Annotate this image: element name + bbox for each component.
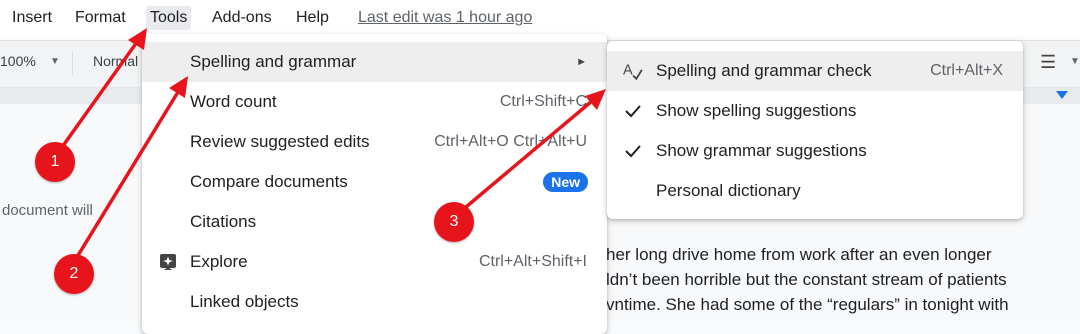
menu-item-spelling-and-grammar-check[interactable]: A Spelling and grammar check Ctrl+Alt+X	[607, 51, 1023, 91]
zoom-dropdown-icon[interactable]: ▼	[50, 56, 60, 67]
submenu-arrow-icon: ►	[576, 56, 587, 68]
menu-item-personal-dictionary[interactable]: Personal dictionary	[607, 171, 1023, 211]
menu-insert[interactable]: Insert	[8, 6, 56, 30]
document-text-fragment: document will	[2, 202, 93, 219]
menu-item-explore[interactable]: Explore Ctrl+Alt+Shift+I	[142, 242, 607, 282]
tools-menu: Spelling and grammar ► Word count Ctrl+S…	[142, 34, 607, 334]
menu-item-label: Citations	[190, 212, 257, 231]
spelling-grammar-submenu: A Spelling and grammar check Ctrl+Alt+X …	[607, 41, 1023, 219]
list-dropdown-icon[interactable]: ▼	[1070, 56, 1080, 67]
menu-item-show-grammar-suggestions[interactable]: Show grammar suggestions	[607, 131, 1023, 171]
menu-item-shortcut: Ctrl+Shift+C	[499, 93, 587, 110]
menu-add-ons[interactable]: Add-ons	[208, 6, 276, 30]
menu-item-label: Review suggested edits	[190, 132, 370, 151]
menu-item-label: Spelling and grammar check	[656, 61, 872, 80]
bulleted-list-icon[interactable]: ☰	[1040, 52, 1056, 73]
menu-item-review-suggested-edits[interactable]: Review suggested edits Ctrl+Alt+O Ctrl+A…	[142, 122, 607, 162]
new-badge: New	[543, 172, 588, 192]
menu-item-label: Show grammar suggestions	[656, 141, 867, 160]
menu-item-label: Explore	[190, 252, 248, 271]
explore-icon	[160, 254, 176, 270]
zoom-select[interactable]: 100%	[0, 53, 36, 69]
menu-tools[interactable]: Tools	[146, 6, 192, 30]
menu-item-label: Compare documents	[190, 172, 348, 191]
menu-item-linked-objects[interactable]: Linked objects	[142, 282, 607, 322]
menu-item-label: Show spelling suggestions	[656, 101, 857, 120]
checkmark-icon	[625, 105, 641, 118]
paragraph-line: ldn’t been horrible but the constant str…	[606, 270, 1007, 289]
paragraph-line: her long drive home from work after an e…	[606, 245, 992, 264]
spellcheck-icon: A	[623, 62, 643, 80]
menu-item-label: Personal dictionary	[656, 181, 801, 200]
menu-help[interactable]: Help	[292, 6, 333, 30]
menu-item-label: Word count	[190, 92, 277, 111]
svg-text:A: A	[623, 62, 633, 78]
menu-item-shortcut: Ctrl+Alt+Shift+I	[478, 253, 587, 270]
menu-bar: Insert Format Tools Add-ons Help Last ed…	[0, 0, 1080, 36]
paragraph-style-select[interactable]: Normal	[93, 53, 138, 69]
menu-item-label: Linked objects	[190, 292, 299, 311]
checkmark-icon	[625, 145, 641, 158]
menu-item-compare-documents[interactable]: Compare documents New	[142, 162, 607, 202]
indent-marker-icon[interactable]	[1056, 91, 1068, 99]
annotation-callout-2: 2	[54, 254, 94, 294]
menu-item-spelling-and-grammar[interactable]: Spelling and grammar ►	[142, 42, 607, 82]
menu-item-word-count[interactable]: Word count Ctrl+Shift+C	[142, 82, 607, 122]
paragraph-line: vntime. She had some of the “regulars” i…	[606, 295, 1009, 314]
toolbar-divider	[72, 51, 73, 75]
annotation-callout-1: 1	[35, 142, 75, 182]
menu-item-label: Spelling and grammar	[190, 52, 357, 71]
menu-item-citations[interactable]: Citations	[142, 202, 607, 242]
menu-format[interactable]: Format	[71, 6, 130, 30]
document-paragraph: her long drive home from work after an e…	[606, 242, 1076, 317]
menu-item-shortcut: Ctrl+Alt+X	[930, 62, 1003, 79]
menu-item-shortcut: Ctrl+Alt+O Ctrl+Alt+U	[434, 133, 587, 150]
annotation-callout-3: 3	[434, 202, 474, 242]
last-edit-link[interactable]: Last edit was 1 hour ago	[358, 6, 532, 30]
menu-item-show-spelling-suggestions[interactable]: Show spelling suggestions	[607, 91, 1023, 131]
